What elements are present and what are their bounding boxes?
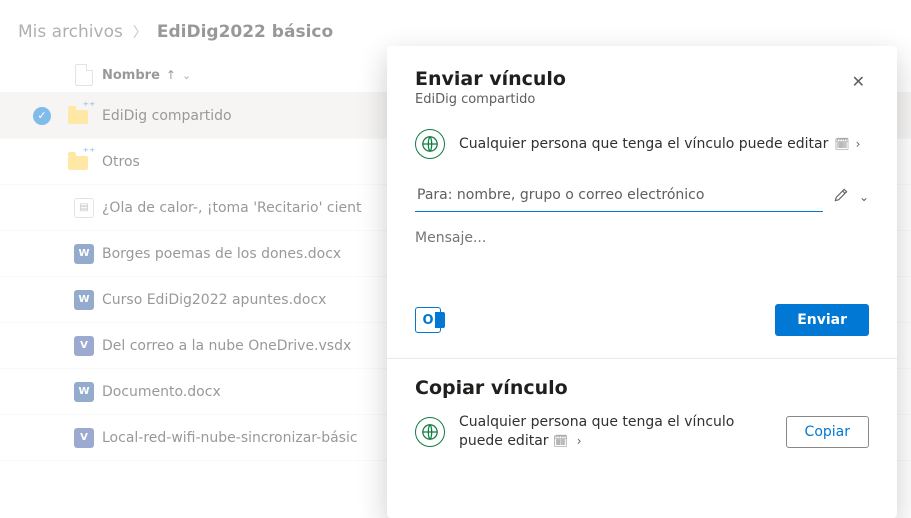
file-name: Borges poemas de los dones.docx: [102, 246, 341, 262]
share-dialog: Enviar vínculo EdiDig compartido ✕ Cualq…: [387, 46, 897, 518]
chevron-right-icon: ›: [856, 137, 861, 151]
permissions-chevron-down-icon[interactable]: ⌄: [859, 190, 869, 204]
word-file-icon: W: [74, 382, 94, 402]
file-name: Curso EdiDig2022 apuntes.docx: [102, 292, 326, 308]
outlook-icon[interactable]: O: [415, 307, 441, 333]
link-scope-text: Cualquier persona que tenga el vínculo p…: [459, 136, 828, 152]
word-file-icon: W: [74, 244, 94, 264]
word-file-icon: W: [74, 290, 94, 310]
pencil-icon[interactable]: [833, 187, 849, 207]
file-name: EdiDig compartido: [102, 108, 232, 124]
file-name: Del correo a la nube OneDrive.vsdx: [102, 338, 351, 354]
visio-file-icon: V: [74, 336, 94, 356]
shared-indicator-icon: ⁺⁺: [83, 145, 96, 167]
breadcrumb-current: EdiDig2022 básico: [157, 22, 333, 42]
column-header-name[interactable]: Nombre: [102, 68, 160, 83]
row-checkbox[interactable]: ✓: [33, 107, 51, 125]
globe-icon: [415, 129, 445, 159]
file-icon: [75, 64, 93, 86]
recipients-input[interactable]: [415, 181, 823, 212]
dialog-subtitle: EdiDig compartido: [415, 92, 566, 107]
globe-icon: [415, 417, 445, 447]
copy-link-title: Copiar vínculo: [415, 377, 869, 399]
copy-link-scope-text[interactable]: Cualquier persona que tenga el vínculo p…: [459, 413, 772, 451]
file-name: Documento.docx: [102, 384, 221, 400]
link-settings-button[interactable]: Cualquier persona que tenga el vínculo p…: [415, 129, 869, 159]
chevron-right-icon: ›: [577, 434, 582, 448]
chevron-right-icon: 〉: [133, 22, 147, 42]
template-file-icon: ▤: [74, 198, 94, 218]
calendar-icon: 🗓: [834, 137, 849, 151]
close-button[interactable]: ✕: [848, 68, 869, 95]
message-input[interactable]: [415, 230, 869, 246]
file-name: ¿Ola de calor-, ¡toma 'Recitario' cient: [102, 200, 362, 216]
visio-file-icon: V: [74, 428, 94, 448]
calendar-icon: 🗓: [553, 434, 568, 448]
file-name: Local-red-wifi-nube-sincronizar-básic: [102, 430, 358, 446]
chevron-down-icon[interactable]: ⌄: [182, 69, 191, 82]
breadcrumb-parent[interactable]: Mis archivos: [18, 22, 123, 42]
send-button[interactable]: Enviar: [775, 304, 869, 336]
dialog-title: Enviar vínculo: [415, 68, 566, 90]
shared-indicator-icon: ⁺⁺: [83, 99, 96, 121]
sort-asc-icon: ↑: [166, 68, 176, 82]
file-name: Otros: [102, 154, 140, 170]
copy-button[interactable]: Copiar: [786, 416, 869, 448]
